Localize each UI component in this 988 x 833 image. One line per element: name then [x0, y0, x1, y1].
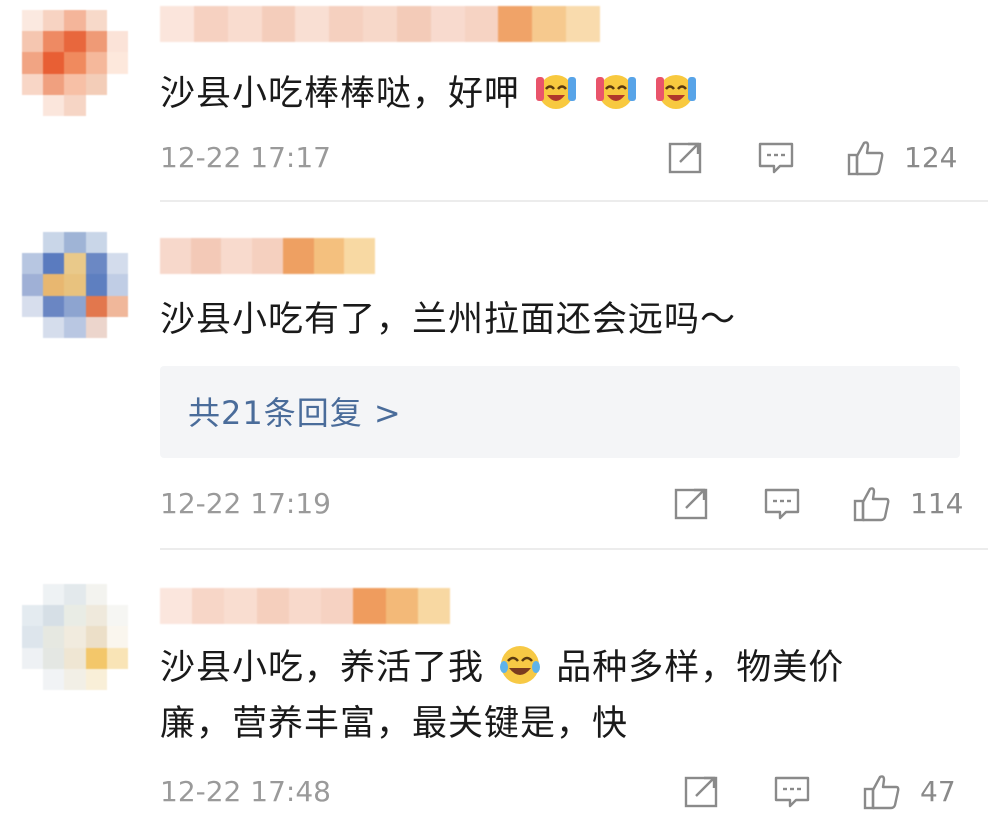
comment-text-body: 廉，营养丰富，最关键是，快 — [160, 704, 629, 744]
comment-text: 沙县小吃，养活了我 品种多样，物美价 廉，营养丰富，最关键是，快 — [160, 640, 928, 752]
avatar[interactable] — [22, 584, 128, 690]
share-button[interactable] — [682, 772, 722, 812]
comment-icon — [774, 776, 810, 808]
crying-laughing-emoji — [500, 646, 541, 684]
like-count: 47 — [920, 775, 956, 808]
share-icon — [684, 776, 718, 808]
thumbs-up-icon — [863, 775, 900, 810]
comment-text-body: 沙县小吃，养活了我 — [160, 648, 485, 688]
comment-meta: 12-22 17:48 47 — [160, 770, 960, 814]
comment-text-body: 品种多样，物美价 — [556, 648, 845, 688]
comment-button[interactable] — [772, 772, 812, 812]
comment-item: 沙县小吃，养活了我 品种多样，物美价 廉，营养丰富，最关键是，快 12-22 1… — [0, 0, 988, 833]
timestamp: 12-22 17:48 — [160, 775, 331, 808]
like-button[interactable] — [862, 772, 902, 812]
username[interactable] — [160, 588, 450, 624]
